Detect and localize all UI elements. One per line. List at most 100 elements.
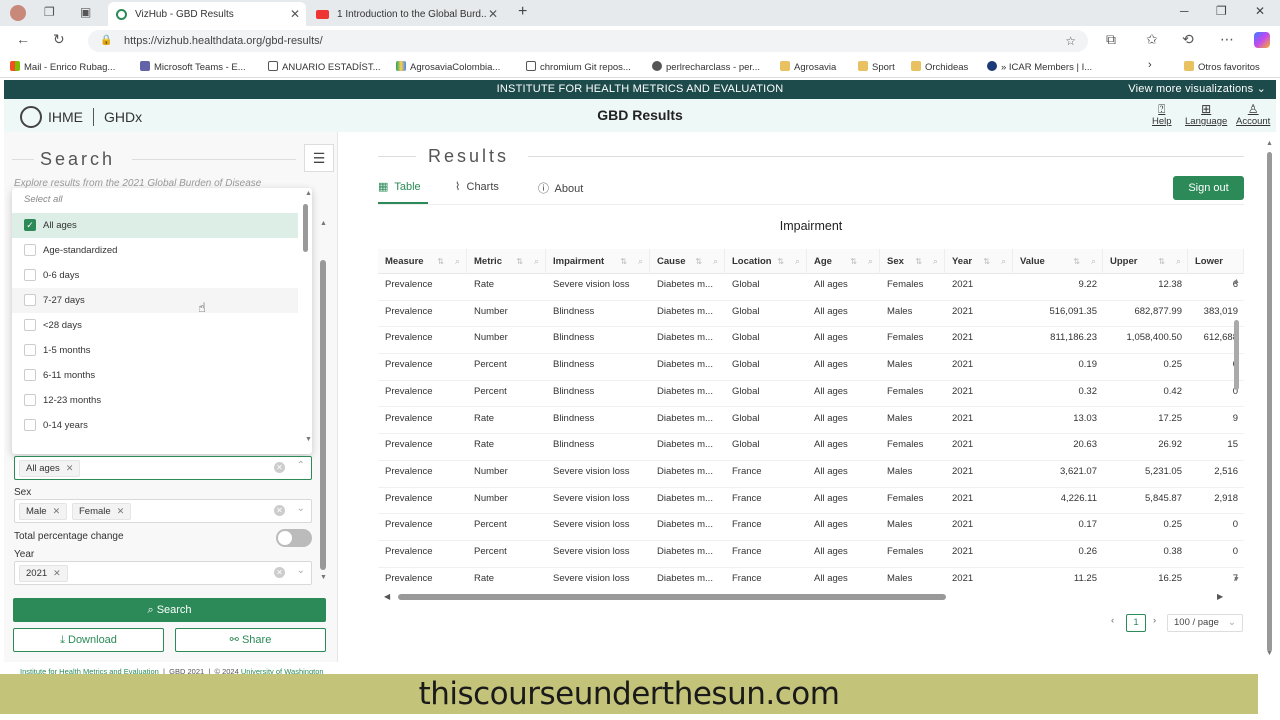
scroll-thumb[interactable]	[398, 594, 946, 600]
age-option[interactable]: 7-27 days	[12, 288, 298, 313]
filter-search-icon[interactable]: ⌕	[933, 249, 938, 274]
column-header[interactable]: Impairment ⇅ ⌕	[546, 249, 650, 274]
checkbox-icon[interactable]	[24, 419, 36, 431]
column-header[interactable]: Sex ⇅ ⌕	[880, 249, 945, 274]
checkbox-icon[interactable]	[24, 369, 36, 381]
filter-search-icon[interactable]: ⌕	[795, 249, 800, 274]
age-option[interactable]: 1-5 months	[12, 338, 298, 363]
scroll-thumb[interactable]	[303, 204, 308, 252]
profile-icon[interactable]	[10, 5, 26, 21]
clear-icon[interactable]: ✕	[274, 505, 285, 516]
menu-icon[interactable]: ☰	[304, 144, 334, 172]
sort-icon[interactable]: ⇅	[915, 249, 922, 274]
scroll-up-icon[interactable]: ▲	[1266, 140, 1273, 147]
sort-icon[interactable]: ⇅	[850, 249, 857, 274]
page-scrollbar[interactable]: ▲ ▼	[1266, 140, 1274, 660]
sort-icon[interactable]: ⇅	[777, 249, 784, 274]
age-option[interactable]: 0-14 years	[12, 413, 298, 438]
scroll-thumb[interactable]	[1234, 320, 1239, 390]
bookmark-sport[interactable]: Sport	[858, 61, 895, 73]
scroll-thumb[interactable]	[1267, 152, 1272, 652]
age-option[interactable]: ✓ All ages	[12, 213, 298, 238]
bookmark-agrosavia[interactable]: Agrosavia	[780, 61, 836, 73]
scroll-right-icon[interactable]: ▶	[1217, 592, 1223, 601]
sort-icon[interactable]: ⇅	[695, 249, 702, 274]
scroll-left-icon[interactable]: ◀	[384, 592, 390, 601]
next-page-icon[interactable]: ›	[1153, 615, 1156, 626]
column-header[interactable]: Value ⇅ ⌕	[1013, 249, 1103, 274]
chevron-down-icon[interactable]: ⌄	[297, 503, 305, 514]
more-menu-icon[interactable]: ⋯	[1220, 31, 1234, 48]
tab-table[interactable]: ▦ Table	[378, 180, 421, 193]
sort-icon[interactable]: ⇅	[620, 249, 627, 274]
share-button[interactable]: ⚯ Share	[175, 628, 326, 652]
table-vertical-scrollbar[interactable]: ▲ ▼	[1233, 276, 1241, 588]
column-header[interactable]: Location ⇅ ⌕	[725, 249, 807, 274]
checkbox-icon[interactable]	[24, 244, 36, 256]
panel-scrollbar[interactable]: ▲ ▼	[318, 218, 328, 588]
filter-search-icon[interactable]: ⌕	[1091, 249, 1096, 274]
table-horizontal-scrollbar[interactable]: ◀ ▶	[382, 592, 1228, 602]
bookmark-orchideas[interactable]: Orchideas	[911, 61, 968, 73]
url-field[interactable]: 🔒 https://vizhub.healthdata.org/gbd-resu…	[88, 30, 1088, 52]
download-button[interactable]: ⤓ Download	[13, 628, 164, 652]
clear-icon[interactable]: ✕	[274, 462, 285, 473]
chevron-up-icon[interactable]: ⌃	[297, 460, 305, 471]
scroll-up-icon[interactable]: ▲	[320, 220, 327, 227]
view-more-visualizations[interactable]: View more visualizations ⌄	[1128, 80, 1266, 99]
history-icon[interactable]: ⟲	[1182, 31, 1194, 48]
back-icon[interactable]: ←	[16, 31, 30, 47]
sort-icon[interactable]: ⇅	[1158, 249, 1165, 274]
sort-icon[interactable]: ⇅	[983, 249, 990, 274]
reload-icon[interactable]: ↻	[53, 31, 65, 48]
workspaces-icon[interactable]: ❐	[44, 5, 55, 19]
age-select[interactable]: All ages ✕ ✕ ⌃	[14, 456, 312, 480]
tab-vizhub[interactable]: VizHub - GBD Results ✕	[108, 2, 306, 26]
tab-actions-icon[interactable]: ▣	[80, 5, 91, 19]
column-header[interactable]: Upper ⇅ ⌕	[1103, 249, 1188, 274]
account-link[interactable]: ♙ Account	[1236, 102, 1270, 127]
column-header[interactable]: Lower	[1188, 249, 1244, 274]
scroll-down-icon[interactable]: ▼	[1266, 650, 1273, 657]
checkbox-checked-icon[interactable]: ✓	[24, 219, 36, 231]
age-option[interactable]: 6-11 months	[12, 363, 298, 388]
extensions-icon[interactable]: ⧉	[1106, 31, 1116, 48]
filter-search-icon[interactable]: ⌕	[1176, 249, 1181, 274]
remove-icon[interactable]: ✕	[53, 568, 61, 578]
year-select[interactable]: 2021 ✕ ✕ ⌄	[14, 561, 312, 585]
minimize-icon[interactable]: ─	[1180, 4, 1189, 18]
remove-icon[interactable]: ✕	[117, 506, 125, 516]
column-header[interactable]: Cause ⇅ ⌕	[650, 249, 725, 274]
page-size-select[interactable]: 100 / page ⌄	[1167, 614, 1243, 632]
column-header[interactable]: Year ⇅ ⌕	[945, 249, 1013, 274]
sign-out-button[interactable]: Sign out	[1173, 176, 1244, 200]
favorite-star-icon[interactable]: ☆	[1065, 30, 1076, 52]
scroll-up-icon[interactable]: ▲	[305, 190, 312, 197]
copilot-icon[interactable]	[1254, 32, 1270, 48]
filter-search-icon[interactable]: ⌕	[868, 249, 873, 274]
column-header[interactable]: Measure ⇅ ⌕	[378, 249, 467, 274]
close-icon[interactable]: ✕	[290, 7, 300, 21]
age-option[interactable]: 0-6 days	[12, 263, 298, 288]
column-header[interactable]: Age ⇅ ⌕	[807, 249, 880, 274]
scroll-up-icon[interactable]: ▲	[1233, 278, 1240, 285]
bookmark-chromium[interactable]: chromium Git repos...	[526, 61, 631, 73]
filter-search-icon[interactable]: ⌕	[534, 249, 539, 274]
filter-search-icon[interactable]: ⌕	[713, 249, 718, 274]
scroll-down-icon[interactable]: ▼	[1233, 576, 1240, 583]
sort-icon[interactable]: ⇅	[437, 249, 444, 274]
filter-search-icon[interactable]: ⌕	[1001, 249, 1006, 274]
close-icon[interactable]: ✕	[488, 7, 498, 21]
sort-icon[interactable]: ⇅	[1073, 249, 1080, 274]
clear-icon[interactable]: ✕	[274, 567, 285, 578]
tab-charts[interactable]: ⌇ Charts	[455, 180, 499, 193]
chevron-down-icon[interactable]: ⌄	[297, 565, 305, 576]
age-option[interactable]: <28 days	[12, 313, 298, 338]
age-option[interactable]: Age-standardized	[12, 238, 298, 263]
help-link[interactable]: ⍰ Help	[1152, 102, 1172, 127]
page-number[interactable]: 1	[1126, 614, 1146, 632]
new-tab-icon[interactable]: +	[518, 3, 527, 21]
prev-page-icon[interactable]: ‹	[1111, 615, 1114, 626]
select-all-option[interactable]: Select all	[24, 194, 63, 205]
filter-search-icon[interactable]: ⌕	[455, 249, 460, 274]
